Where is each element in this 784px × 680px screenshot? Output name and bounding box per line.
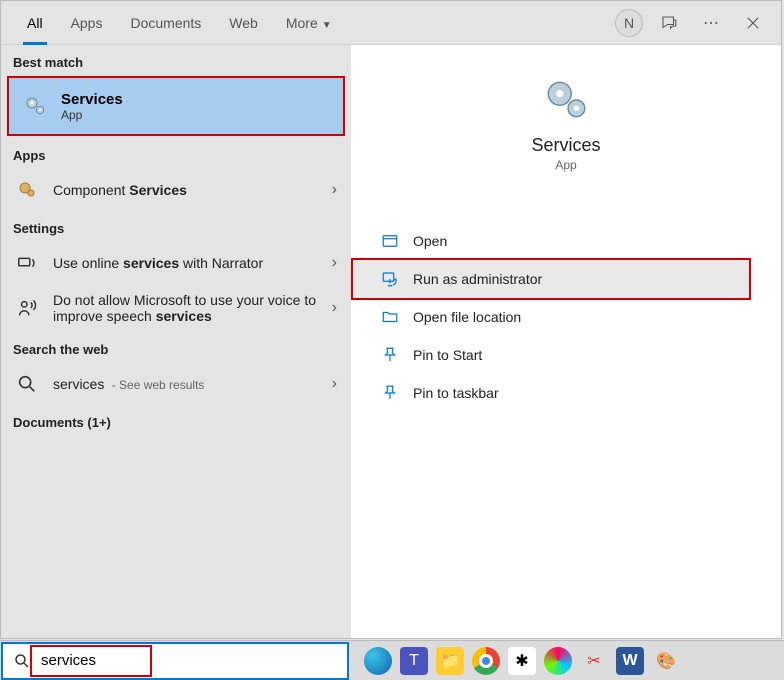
tab-web[interactable]: Web — [215, 1, 272, 45]
chevron-right-icon: › — [332, 299, 337, 317]
web-result[interactable]: services - See web results › — [1, 363, 351, 405]
speech-icon — [15, 296, 39, 320]
chevron-down-icon: ▼ — [322, 20, 332, 31]
app-icon[interactable] — [544, 647, 572, 675]
gears-icon — [23, 94, 47, 118]
best-match-sub: App — [61, 108, 123, 122]
word-icon[interactable]: W — [616, 647, 644, 675]
best-match-title: Services — [61, 91, 123, 108]
open-action[interactable]: Open — [351, 222, 781, 260]
setting-result[interactable]: Do not allow Microsoft to use your voice… — [1, 284, 351, 332]
documents-header: Documents (1+) — [1, 405, 351, 436]
preview-sub: App — [555, 158, 576, 172]
admin-icon — [381, 270, 399, 288]
tab-all[interactable]: All — [13, 1, 57, 45]
teams-icon[interactable]: T — [400, 647, 428, 675]
setting-result[interactable]: Use online services with Narrator › — [1, 242, 351, 284]
pin-taskbar-action[interactable]: Pin to taskbar — [351, 374, 781, 412]
snip-icon[interactable]: ✂ — [580, 647, 608, 675]
slack-icon[interactable]: ✱ — [508, 647, 536, 675]
file-explorer-icon[interactable]: 📁 — [436, 647, 464, 675]
chevron-right-icon: › — [332, 375, 337, 393]
taskbar-search[interactable] — [1, 642, 349, 680]
tabs-row: All Apps Documents Web More▼ N ⋯ — [1, 1, 781, 45]
best-match-result[interactable]: Services App — [7, 76, 345, 136]
apps-header: Apps — [1, 138, 351, 169]
close-icon[interactable] — [737, 7, 769, 39]
gears-icon — [15, 178, 39, 202]
results-panel: Best match Services App Apps Component S… — [1, 45, 351, 638]
search-icon — [15, 372, 39, 396]
chevron-right-icon: › — [332, 181, 337, 199]
chrome-icon[interactable] — [472, 647, 500, 675]
search-web-header: Search the web — [1, 332, 351, 363]
preview-title: Services — [531, 135, 600, 156]
gears-icon — [541, 75, 591, 125]
settings-header: Settings — [1, 211, 351, 242]
pin-icon — [381, 384, 399, 402]
search-icon — [13, 652, 31, 670]
edge-icon[interactable] — [364, 647, 392, 675]
app-result[interactable]: Component Services › — [1, 169, 351, 211]
search-input[interactable] — [41, 652, 337, 669]
pin-start-action[interactable]: Pin to Start — [351, 336, 781, 374]
folder-icon — [381, 308, 399, 326]
best-match-header: Best match — [1, 45, 351, 76]
narrator-icon — [15, 251, 39, 275]
tab-more[interactable]: More▼ — [272, 1, 346, 45]
start-search-window: All Apps Documents Web More▼ N ⋯ Best ma… — [0, 0, 782, 639]
feedback-icon[interactable] — [653, 7, 685, 39]
tab-apps[interactable]: Apps — [57, 1, 117, 45]
tab-documents[interactable]: Documents — [116, 1, 215, 45]
open-file-location-action[interactable]: Open file location — [351, 298, 781, 336]
run-as-admin-action[interactable]: Run as administrator — [351, 258, 751, 300]
more-options-icon[interactable]: ⋯ — [695, 7, 727, 39]
taskbar: T 📁 ✱ ✂ W 🎨 — [0, 640, 784, 680]
chevron-right-icon: › — [332, 254, 337, 272]
user-avatar[interactable]: N — [615, 9, 643, 37]
paint-icon[interactable]: 🎨 — [652, 647, 680, 675]
preview-panel: Services App Open Run as administrator O… — [351, 45, 781, 638]
open-icon — [381, 232, 399, 250]
pin-icon — [381, 346, 399, 364]
